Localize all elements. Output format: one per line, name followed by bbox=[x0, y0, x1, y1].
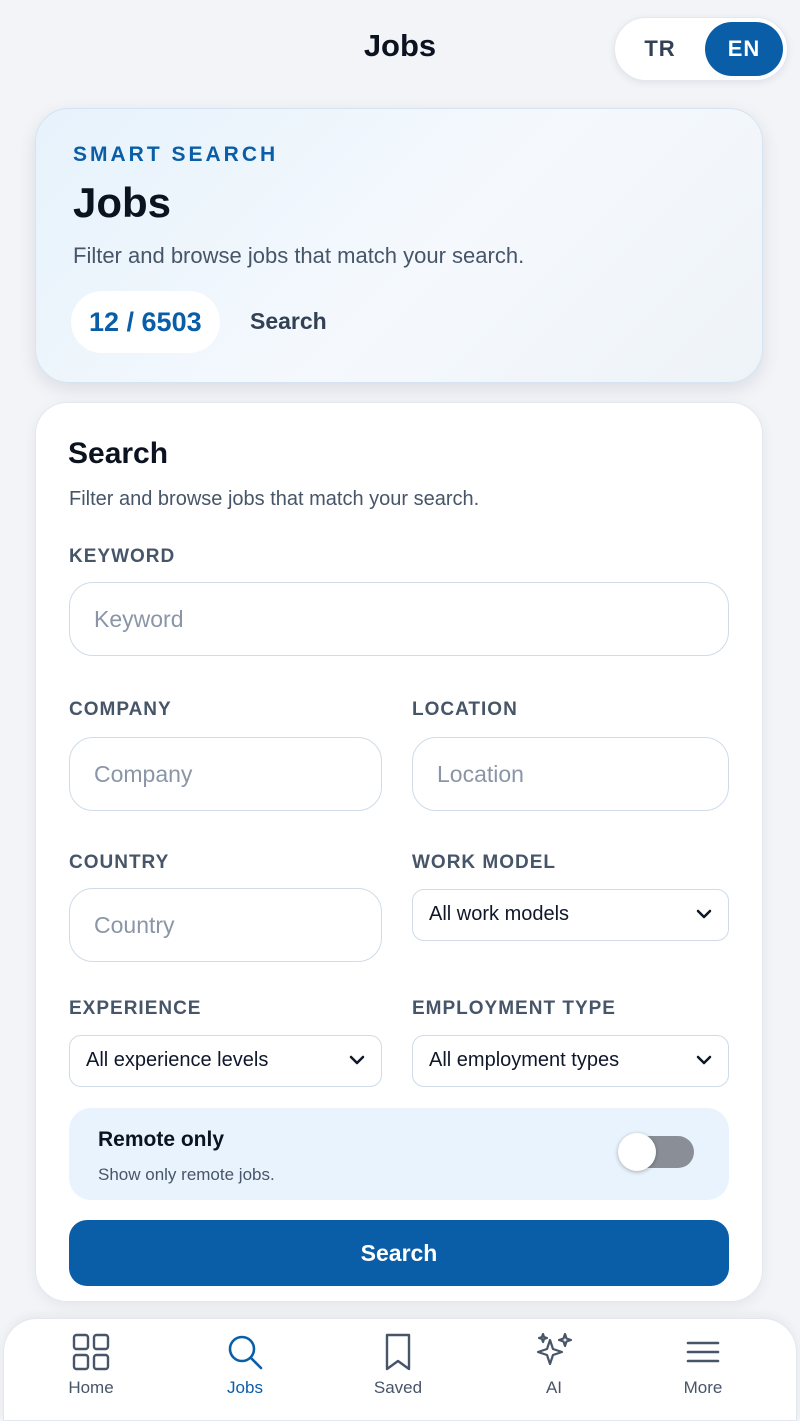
search-button[interactable]: Search bbox=[69, 1220, 729, 1286]
results-count-label: Search bbox=[250, 308, 327, 334]
results-count-badge: 12 / 6503 bbox=[71, 291, 220, 353]
hero-eyebrow: SMART SEARCH bbox=[73, 143, 279, 166]
employment-type-select[interactable]: All employment types bbox=[412, 1035, 729, 1087]
toggle-knob bbox=[618, 1133, 656, 1171]
grid-icon bbox=[72, 1333, 110, 1371]
location-label: LOCATION bbox=[412, 699, 518, 720]
search-panel-title: Search bbox=[68, 437, 169, 470]
search-icon bbox=[228, 1335, 263, 1370]
remote-only-toggle[interactable] bbox=[618, 1133, 694, 1171]
search-panel: Search Filter and browse jobs that match… bbox=[35, 402, 763, 1302]
employment-type-value: All employment types bbox=[429, 1049, 620, 1071]
chevron-down-icon bbox=[696, 909, 712, 919]
search-panel-description: Filter and browse jobs that match your s… bbox=[69, 488, 480, 510]
company-label: COMPANY bbox=[69, 699, 172, 720]
work-model-select[interactable]: All work models bbox=[412, 889, 729, 941]
top-bar: Jobs TR EN bbox=[0, 0, 800, 100]
nav-item-saved[interactable]: Saved bbox=[328, 1319, 468, 1421]
nav-label-more: More bbox=[683, 1378, 723, 1397]
experience-label: EXPERIENCE bbox=[69, 998, 202, 1019]
language-option-tr[interactable]: TR bbox=[621, 22, 699, 76]
menu-icon bbox=[686, 1341, 720, 1363]
work-model-value: All work models bbox=[429, 903, 570, 925]
nav-label-home: Home bbox=[68, 1378, 114, 1397]
nav-label-jobs: Jobs bbox=[227, 1378, 263, 1397]
experience-select[interactable]: All experience levels bbox=[69, 1035, 382, 1087]
remote-only-title: Remote only bbox=[98, 1128, 225, 1151]
nav-label-saved: Saved bbox=[373, 1378, 423, 1397]
chevron-down-icon bbox=[696, 1055, 712, 1065]
nav-item-more[interactable]: More bbox=[633, 1319, 773, 1421]
language-option-en[interactable]: EN bbox=[705, 22, 783, 76]
country-label: COUNTRY bbox=[69, 852, 170, 873]
nav-item-home[interactable]: Home bbox=[21, 1319, 161, 1421]
remote-only-row: Remote only Show only remote jobs. bbox=[69, 1108, 729, 1200]
language-toggle: TR EN bbox=[614, 17, 788, 81]
chevron-down-icon bbox=[349, 1055, 365, 1065]
company-input[interactable] bbox=[69, 737, 382, 811]
keyword-input[interactable] bbox=[69, 582, 729, 656]
bottom-nav: Home Jobs Saved AI More bbox=[3, 1318, 797, 1421]
nav-label-ai: AI bbox=[545, 1378, 563, 1397]
nav-item-jobs[interactable]: Jobs bbox=[175, 1319, 315, 1421]
keyword-label: KEYWORD bbox=[69, 546, 176, 567]
employment-type-label: EMPLOYMENT TYPE bbox=[412, 998, 616, 1019]
experience-value: All experience levels bbox=[86, 1049, 269, 1071]
remote-only-description: Show only remote jobs. bbox=[98, 1165, 275, 1184]
work-model-label: WORK MODEL bbox=[412, 852, 557, 873]
sparkles-icon bbox=[536, 1332, 573, 1366]
hero-title: Jobs bbox=[73, 179, 172, 226]
country-input[interactable] bbox=[69, 888, 382, 962]
bookmark-icon bbox=[385, 1333, 411, 1371]
hero-card: SMART SEARCH Jobs Filter and browse jobs… bbox=[35, 108, 763, 383]
nav-item-ai[interactable]: AI bbox=[484, 1319, 624, 1421]
hero-description: Filter and browse jobs that match your s… bbox=[73, 243, 525, 268]
location-input[interactable] bbox=[412, 737, 729, 811]
